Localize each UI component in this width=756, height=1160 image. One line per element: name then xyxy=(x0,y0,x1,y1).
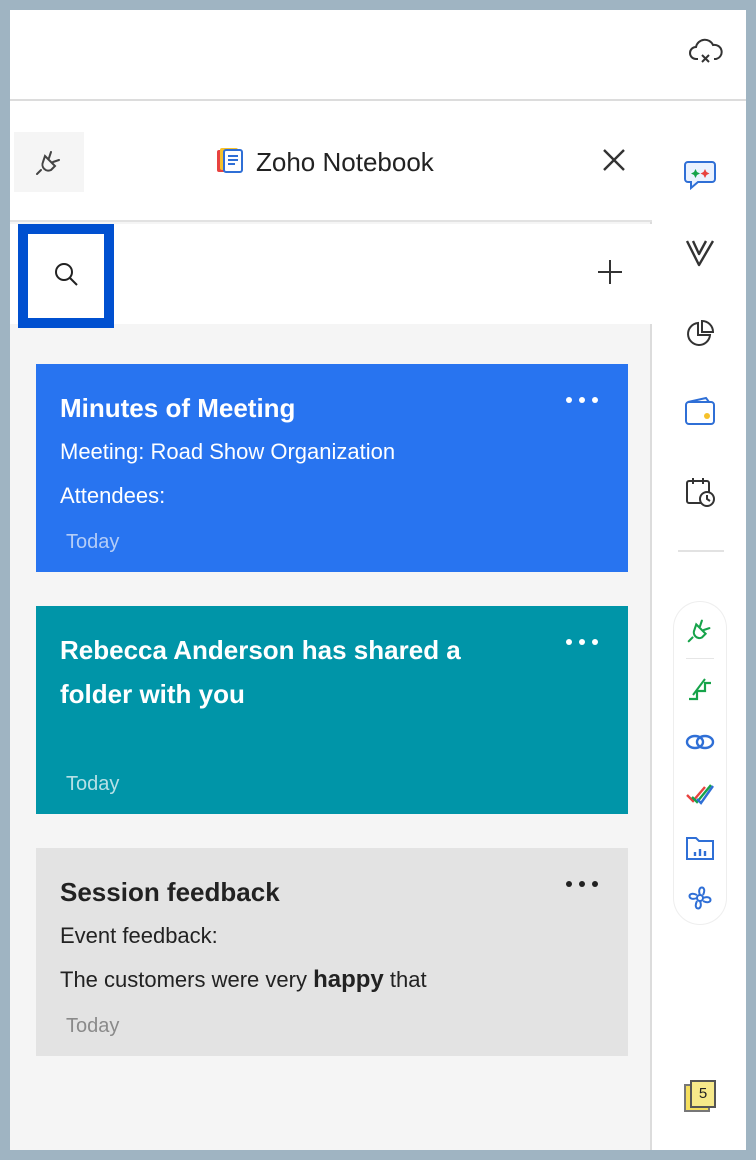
note-date: Today xyxy=(66,1015,120,1037)
note-line: Meeting: Road Show Organization xyxy=(60,439,396,464)
folder-chart-icon[interactable] xyxy=(680,828,720,868)
note-date: Today xyxy=(66,531,120,553)
search-button[interactable] xyxy=(18,224,114,328)
app-rail: 5 xyxy=(654,102,746,1150)
sticky-notes-icon[interactable]: 5 xyxy=(684,1080,720,1116)
rail-divider xyxy=(678,550,724,552)
panel-header: Zoho Notebook xyxy=(10,102,652,222)
app-title: Zoho Notebook xyxy=(256,146,434,177)
search-icon xyxy=(53,261,79,292)
notebook-panel: Zoho Notebook Minutes of Meeting Meeting… xyxy=(10,102,652,1150)
note-title: Session feedback xyxy=(60,877,280,907)
note-title: Minutes of Meeting xyxy=(60,393,296,423)
note-line: Event feedback: xyxy=(60,923,218,948)
app-window: Zoho Notebook Minutes of Meeting Meeting… xyxy=(10,10,746,1150)
more-options-icon[interactable] xyxy=(566,390,598,410)
close-icon[interactable] xyxy=(596,142,632,178)
plus-icon xyxy=(597,259,623,290)
note-card[interactable]: Minutes of Meeting Meeting: Road Show Or… xyxy=(36,364,628,572)
integrations-group xyxy=(674,602,726,924)
pie-chart-icon[interactable] xyxy=(680,314,720,354)
vtiger-icon[interactable] xyxy=(680,232,720,272)
sticky-notes-count: 5 xyxy=(690,1080,716,1108)
note-text: The customers were very xyxy=(60,967,314,992)
calendar-clock-icon[interactable] xyxy=(680,472,720,512)
more-options-icon[interactable] xyxy=(566,874,598,894)
panel-title: Zoho Notebook xyxy=(214,142,434,182)
top-bar xyxy=(10,10,746,101)
notebook-logo-icon xyxy=(214,144,246,181)
route-icon[interactable] xyxy=(680,668,720,708)
wallet-icon[interactable] xyxy=(680,392,720,432)
note-title: Rebecca Anderson has shared a folder wit… xyxy=(60,635,461,709)
note-card[interactable]: Session feedback Event feedback: The cus… xyxy=(36,848,628,1056)
checkmarks-icon[interactable] xyxy=(680,774,720,814)
chat-icon[interactable] xyxy=(680,154,720,194)
plug-green-icon[interactable] xyxy=(680,610,720,650)
note-line: The customers were very happy that xyxy=(60,958,604,1002)
add-note-button[interactable] xyxy=(590,254,630,294)
notes-toolbar xyxy=(10,224,652,328)
cloud-x-icon[interactable] xyxy=(686,34,726,70)
note-line: Attendees: xyxy=(60,483,166,508)
note-card[interactable]: Rebecca Anderson has shared a folder wit… xyxy=(36,606,628,814)
flower-icon[interactable] xyxy=(680,878,720,918)
more-options-icon[interactable] xyxy=(566,632,598,652)
link-icon[interactable] xyxy=(680,722,720,762)
group-separator xyxy=(686,658,714,659)
note-text: that xyxy=(383,967,427,992)
plug-icon[interactable] xyxy=(14,132,84,192)
note-bold-text: happy xyxy=(313,966,384,993)
note-date: Today xyxy=(66,773,120,795)
